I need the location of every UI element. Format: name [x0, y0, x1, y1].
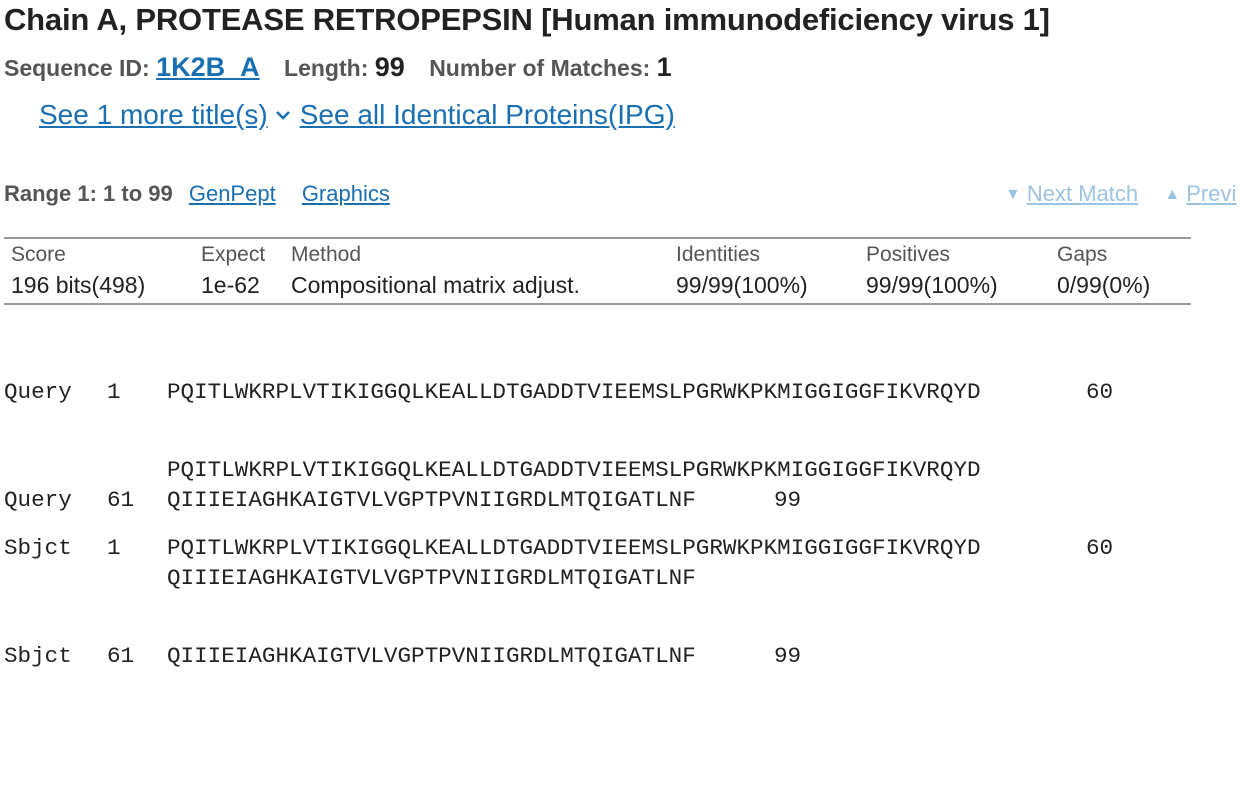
row-start: 61 — [107, 487, 135, 513]
stat-header: Positives — [866, 243, 951, 266]
row-sequence: PQITLWKRPLVTIKIGGQLKEALLDTGADDTVIEEMSLPG… — [167, 535, 981, 561]
row-start: 1 — [107, 535, 121, 561]
matches-value: 1 — [656, 52, 672, 82]
next-match-link[interactable]: Next Match — [1027, 181, 1138, 206]
genpept-link[interactable]: GenPept — [189, 181, 276, 206]
alignment-stats: Score 196 bits(498) Expect 1e-62 Method … — [4, 237, 1191, 305]
sequence-id-label: Sequence ID: — [4, 55, 150, 81]
stat-value: 99/99(100%) — [866, 272, 998, 298]
matches-label: Number of Matches: — [429, 55, 651, 81]
query-row: Query 1 PQITLWKRPLVTIKIGGQLKEALLDTGADDTV… — [4, 379, 1113, 405]
stat-header: Score — [11, 243, 66, 266]
row-sequence: QIIIEIAGHKAIGTVLVGPTPVNIIGRDLMTQIGATLNF — [167, 643, 696, 669]
stat-expect: Expect 1e-62 — [201, 243, 265, 299]
triangle-down-icon: ▼ — [1005, 186, 1021, 203]
more-titles-link[interactable]: See 1 more title(s) — [39, 99, 268, 130]
row-label: Sbjct — [4, 643, 72, 669]
row-label: Query — [4, 487, 72, 513]
stat-identities: Identities 99/99(100%) — [676, 243, 808, 299]
stat-gaps: Gaps 0/99(0%) — [1057, 243, 1150, 299]
identical-proteins-link[interactable]: See all Identical Proteins(IPG) — [300, 99, 675, 130]
row-start: 61 — [107, 643, 135, 669]
row-sequence: QIIIEIAGHKAIGTVLVGPTPVNIIGRDLMTQIGATLNF — [167, 565, 696, 591]
row-end: 99 — [774, 487, 802, 513]
row-end: 60 — [1086, 379, 1114, 405]
row-sequence: QIIIEIAGHKAIGTVLVGPTPVNIIGRDLMTQIGATLNF — [167, 487, 696, 513]
stat-header: Gaps — [1057, 243, 1108, 266]
stat-header: Expect — [201, 243, 266, 266]
stat-value: 196 bits(498) — [11, 272, 146, 298]
stat-header: Method — [291, 243, 362, 266]
page-title: Chain A, PROTEASE RETROPEPSIN [Human imm… — [4, 2, 1050, 37]
row-end: 60 — [1086, 535, 1114, 561]
row-label: Query — [4, 379, 72, 405]
range-label: Range 1: 1 to 99 — [4, 181, 173, 206]
row-sequence: PQITLWKRPLVTIKIGGQLKEALLDTGADDTVIEEMSLPG… — [167, 457, 981, 483]
stat-header: Identities — [676, 243, 761, 266]
midline-row: QIIIEIAGHKAIGTVLVGPTPVNIIGRDLMTQIGATLNF — [4, 565, 696, 591]
stat-method: Method Compositional matrix adjust. — [291, 243, 580, 299]
sequence-id-link[interactable]: 1K2B_A — [156, 52, 260, 82]
stat-value: 1e-62 — [201, 272, 260, 298]
stat-score: Score 196 bits(498) — [11, 243, 145, 299]
previous-match-link[interactable]: Previ — [1186, 181, 1236, 206]
triangle-up-icon: ▲ — [1164, 186, 1181, 203]
sbjct-row: Sbjct 61 QIIIEIAGHKAIGTVLVGPTPVNIIGRDLMT… — [4, 643, 801, 669]
length-label: Length: — [284, 55, 369, 81]
match-navigation: ▼ Next Match ▲ Previ — [1005, 181, 1236, 207]
stat-value: Compositional matrix adjust. — [291, 272, 580, 298]
sequence-meta: Sequence ID: 1K2B_A Length: 99 Number of… — [4, 52, 672, 83]
stat-value: 0/99(0%) — [1057, 272, 1151, 298]
row-start: 1 — [107, 379, 121, 405]
range-header: Range 1: 1 to 99 GenPept Graphics — [4, 181, 390, 207]
chevron-down-icon[interactable] — [275, 104, 290, 127]
row-sequence: PQITLWKRPLVTIKIGGQLKEALLDTGADDTVIEEMSLPG… — [167, 379, 981, 405]
alignment-block-2: Query 61 QIIIEIAGHKAIGTVLVGPTPVNIIGRDLMT… — [4, 435, 801, 695]
stat-value: 99/99(100%) — [676, 272, 808, 298]
length-value: 99 — [374, 52, 405, 82]
title-links: See 1 more title(s) See all Identical Pro… — [39, 99, 675, 131]
query-row: Query 61 QIIIEIAGHKAIGTVLVGPTPVNIIGRDLMT… — [4, 487, 801, 513]
stat-positives: Positives 99/99(100%) — [866, 243, 998, 299]
graphics-link[interactable]: Graphics — [302, 181, 390, 206]
row-end: 99 — [774, 643, 802, 669]
